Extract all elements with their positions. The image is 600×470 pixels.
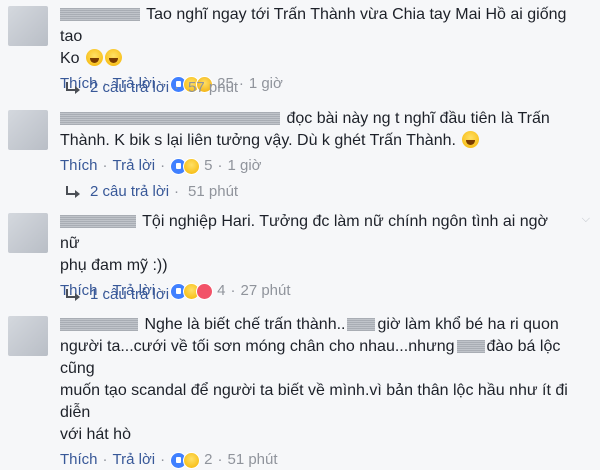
- comment-text: đọc bài này ng t nghĩ đầu tiên là Trấn T…: [60, 108, 570, 152]
- reply-arrow-icon: [64, 82, 80, 94]
- separator-dot: ·: [217, 451, 223, 468]
- avatar[interactable]: [8, 316, 48, 356]
- comment-text: Tội nghiệp Hari. Tưởng đc làm nữ chính n…: [60, 211, 570, 277]
- replies-row[interactable]: 1 câu trả lời: [64, 285, 169, 305]
- separator-dot: ·: [160, 451, 166, 468]
- comment-time[interactable]: 1 giờ: [249, 74, 283, 94]
- comment-text-line-1b: giờ làm khổ bé ha ri quon: [377, 316, 559, 333]
- comment-text-line-2: Ko: [60, 50, 80, 67]
- separator-dot: ·: [102, 157, 108, 174]
- separator-dot: ·: [230, 282, 236, 299]
- reply-arrow-icon: [64, 186, 80, 198]
- separator-dot: ·: [217, 157, 223, 174]
- separator-dot: ·: [102, 451, 108, 468]
- comment-time[interactable]: 27 phút: [240, 281, 290, 301]
- reaction-count[interactable]: 4: [217, 281, 225, 301]
- reaction-icons[interactable]: [170, 157, 201, 175]
- redacted-name[interactable]: [60, 215, 136, 229]
- reaction-count[interactable]: 5: [204, 156, 212, 176]
- redacted-name[interactable]: [60, 112, 280, 126]
- replies-link[interactable]: 1 câu trả lời: [90, 285, 169, 305]
- comment-body: đọc bài này ng t nghĩ đầu tiên là Trấn T…: [60, 108, 570, 176]
- redacted-word: [456, 340, 485, 354]
- haha-emoji-icon: [105, 49, 123, 66]
- reply-arrow-icon: [64, 289, 80, 301]
- comment-text-line-1: Nghe là biết chế trấn thành..: [144, 316, 346, 333]
- comment-text-line-1: đọc bài này ng t nghĩ đầu tiên là Trấn: [286, 110, 550, 127]
- reaction-count[interactable]: 2: [204, 450, 212, 470]
- comment-text-line-2: Thành. K bik s lại liên tưởng vậy. Dù k …: [60, 132, 456, 149]
- replies-row[interactable]: 2 câu trả lời · 57 phút: [64, 78, 238, 98]
- comment-actions: Thích · Trả lời · 5 · 1 giờ: [60, 156, 570, 176]
- separator-dot: ·: [174, 183, 180, 200]
- comment-actions: Thích · Trả lời · 2 · 51 phút: [60, 450, 570, 470]
- avatar[interactable]: [8, 6, 48, 46]
- haha-reaction-icon: [183, 451, 201, 469]
- like-link[interactable]: Thích: [60, 450, 98, 470]
- avatar[interactable]: [8, 110, 48, 150]
- reply-link[interactable]: Trả lời: [113, 156, 156, 176]
- like-link[interactable]: Thích: [60, 156, 98, 176]
- reaction-icons[interactable]: [170, 451, 201, 469]
- comment-text-line-4: với hát hò: [60, 426, 131, 443]
- replies-time: 57 phút: [188, 79, 239, 96]
- redacted-name[interactable]: [60, 318, 138, 332]
- comment-text-line-2: phụ đam mỹ :)): [60, 257, 168, 274]
- haha-reaction-icon: [183, 157, 201, 175]
- redacted-name[interactable]: [60, 8, 140, 22]
- replies-time: 51 phút: [188, 183, 239, 200]
- separator-dot: ·: [174, 79, 180, 96]
- haha-emoji-icon: [86, 49, 104, 66]
- separator-dot: ·: [160, 157, 166, 174]
- comment-text: Tao nghĩ ngay tới Trấn Thành vừa Chia ta…: [60, 4, 570, 70]
- replies-link[interactable]: 2 câu trả lời: [90, 182, 169, 202]
- redacted-word: [347, 318, 376, 332]
- comment-text-line-2: người ta...cưới về tối sơn móng chân cho…: [60, 338, 455, 355]
- replies-row[interactable]: 2 câu trả lời · 51 phút: [64, 182, 238, 202]
- love-reaction-icon: [196, 282, 214, 300]
- replies-link[interactable]: 2 câu trả lời: [90, 78, 169, 98]
- chevron-down-icon[interactable]: ⌵: [582, 213, 590, 226]
- comment-time[interactable]: 1 giờ: [227, 156, 261, 176]
- avatar[interactable]: [8, 213, 48, 253]
- comment-text-line-3: muốn tạo scandal để người ta biết về mìn…: [60, 382, 568, 421]
- reaction-icons[interactable]: [170, 282, 214, 300]
- haha-emoji-icon: [462, 131, 480, 148]
- separator-dot: ·: [238, 75, 244, 92]
- comment-text: Nghe là biết chế trấn thành.. giờ làm khổ…: [60, 314, 570, 446]
- reply-link[interactable]: Trả lời: [113, 450, 156, 470]
- comment-body: Nghe là biết chế trấn thành.. giờ làm khổ…: [60, 314, 570, 470]
- comment-time[interactable]: 51 phút: [227, 450, 277, 470]
